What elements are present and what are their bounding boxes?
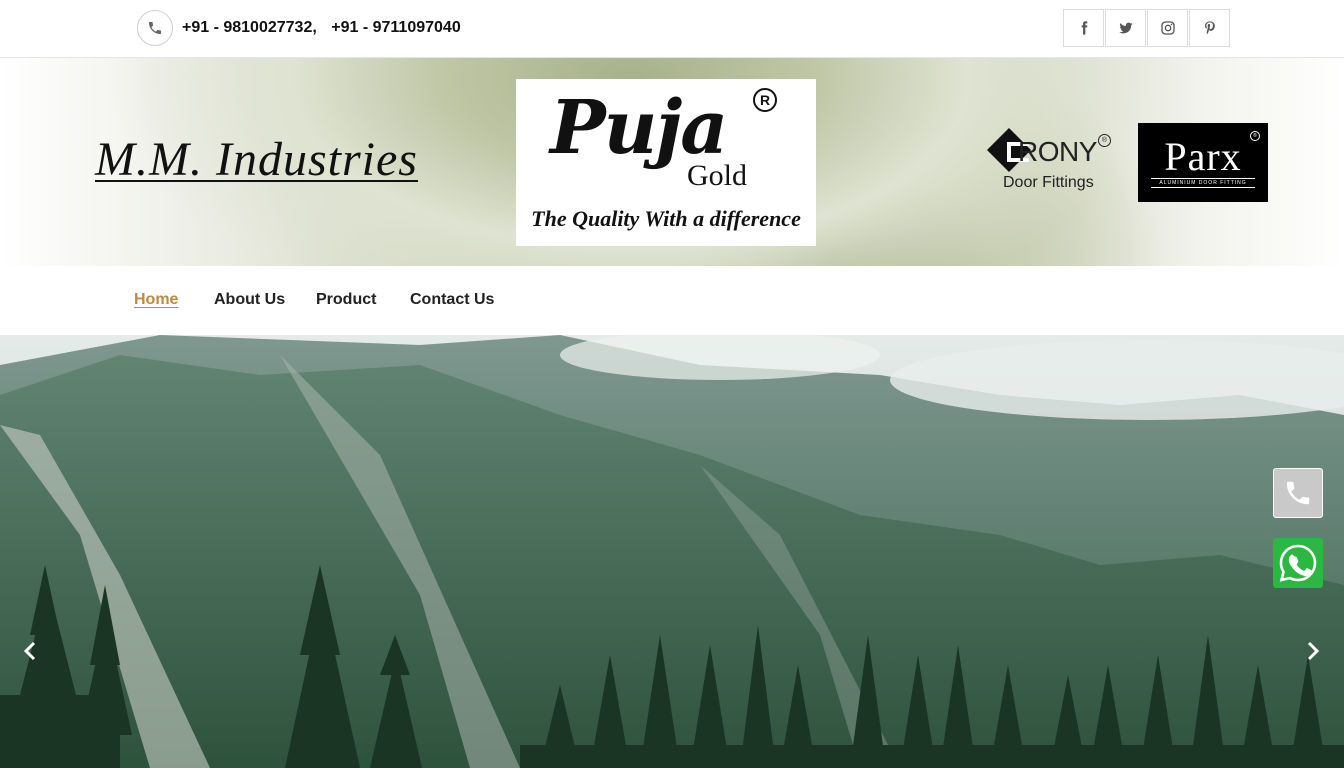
nav-item-product[interactable]: Product	[316, 291, 376, 309]
crony-sub: Door Fittings	[1003, 174, 1094, 191]
phone-number-1[interactable]: +91 - 9810027732,	[182, 19, 317, 36]
facebook-icon[interactable]	[1063, 9, 1104, 47]
registered-mark: ®	[1250, 131, 1260, 141]
nav-item-home[interactable]: Home	[134, 291, 178, 309]
top-bar: +91 - 9810027732, +91 - 9711097040	[0, 0, 1344, 58]
company-name[interactable]: M.M. Industries	[95, 132, 418, 187]
registered-mark: R	[753, 88, 777, 112]
social-links	[1062, 9, 1230, 47]
call-button[interactable]	[1273, 468, 1323, 518]
logo-sub: Gold	[687, 159, 747, 192]
nav-item-contact-us[interactable]: Contact Us	[410, 291, 494, 309]
phone-icon	[137, 10, 173, 46]
registered-mark: ®	[1098, 134, 1111, 147]
whatsapp-button[interactable]	[1273, 538, 1323, 588]
phone-number-2[interactable]: +91 - 9711097040	[331, 19, 460, 36]
puja-gold-logo[interactable]: Puja R Gold The Quality With a differenc…	[516, 79, 816, 246]
twitter-icon[interactable]	[1105, 9, 1146, 47]
main-nav: Home About Us Product Contact Us	[0, 266, 1344, 335]
pinterest-icon[interactable]	[1189, 9, 1230, 47]
divider	[1151, 187, 1255, 188]
phone-icon	[1286, 481, 1310, 505]
parx-logo: Parx ® ALUMINIUM DOOR FITTING	[1138, 123, 1268, 202]
whatsapp-icon	[1279, 544, 1317, 582]
hero-slider	[0, 335, 1344, 768]
parx-wordmark: Parx	[1164, 134, 1242, 179]
instagram-icon[interactable]	[1147, 9, 1188, 47]
header-banner: M.M. Industries Puja R Gold The Quality …	[0, 58, 1344, 266]
nav-item-about-us[interactable]: About Us	[214, 291, 285, 309]
crony-logo: RONY ® Door Fittings	[985, 124, 1111, 200]
crony-wordmark: RONY	[1018, 136, 1097, 167]
hero-image	[0, 335, 1344, 768]
logo-tagline: The Quality With a difference	[531, 206, 801, 231]
phone-numbers: +91 - 9810027732, +91 - 9711097040	[182, 19, 461, 37]
chevron-right-icon[interactable]	[1301, 635, 1325, 667]
chevron-left-icon[interactable]	[18, 635, 42, 667]
parx-sub: ALUMINIUM DOOR FITTING	[1159, 180, 1247, 186]
divider	[1151, 178, 1255, 179]
